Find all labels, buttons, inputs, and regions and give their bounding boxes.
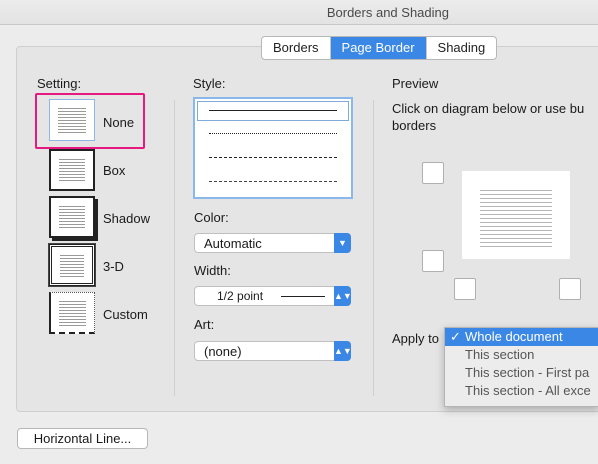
apply-to-option[interactable]: This section - All exce	[445, 382, 598, 400]
style-dotted-line[interactable]	[209, 133, 337, 134]
style-long-dash-line[interactable]	[209, 181, 337, 182]
left-border-toggle-icon[interactable]	[454, 278, 476, 300]
setting-shadow-thumb[interactable]	[49, 196, 95, 238]
width-line-sample	[281, 296, 325, 297]
chevron-down-icon: ▼	[334, 233, 351, 253]
setting-heading: Setting:	[37, 76, 82, 91]
width-value: 1/2 point	[217, 289, 264, 303]
top-border-toggle-icon[interactable]	[422, 162, 444, 184]
stepper-arrows-icon: ▲▼	[334, 341, 352, 361]
divider	[373, 100, 374, 396]
preview-text-lines	[480, 187, 552, 247]
style-list[interactable]	[193, 97, 353, 199]
preview-heading: Preview	[392, 76, 439, 91]
apply-to-option[interactable]: This section - First pa	[445, 364, 598, 382]
width-select[interactable]: 1/2 point ▲▼	[194, 286, 352, 306]
setting-custom-label[interactable]: Custom	[103, 307, 148, 322]
preview-page[interactable]	[462, 171, 570, 259]
art-value: (none)	[204, 344, 242, 359]
preview-instruction-1: Click on diagram below or use bu	[392, 101, 585, 116]
setting-box-thumb[interactable]	[49, 149, 95, 191]
preview-instruction-2: borders	[392, 118, 437, 133]
color-value: Automatic	[204, 236, 262, 251]
title-bar: Borders and Shading	[0, 0, 598, 25]
color-heading: Color:	[194, 210, 229, 225]
horizontal-line-button[interactable]: Horizontal Line...	[17, 428, 148, 449]
setting-none-label[interactable]: None	[103, 115, 134, 130]
apply-to-label: Apply to	[392, 331, 439, 346]
tab-bar: Borders Page Border Shading	[261, 36, 498, 60]
window-title: Borders and Shading	[326, 5, 449, 20]
setting-none-thumb[interactable]	[49, 99, 95, 141]
style-heading: Style:	[193, 76, 226, 91]
art-heading: Art:	[194, 317, 215, 332]
style-dashed-line[interactable]	[209, 157, 337, 158]
tab-page-border[interactable]: Page Border	[330, 37, 427, 59]
setting-3d-thumb[interactable]	[48, 243, 96, 287]
setting-custom-thumb[interactable]	[49, 292, 95, 334]
tab-borders[interactable]: Borders	[262, 37, 331, 59]
style-selected-row[interactable]	[197, 101, 349, 121]
color-select[interactable]: Automatic ▼	[194, 233, 351, 253]
stepper-arrows-icon: ▲▼	[334, 286, 352, 306]
right-border-toggle-icon[interactable]	[559, 278, 581, 300]
bottom-border-toggle-icon[interactable]	[422, 250, 444, 272]
tab-shading[interactable]: Shading	[427, 37, 497, 59]
style-solid-line[interactable]	[209, 110, 337, 111]
apply-to-dropdown-menu[interactable]: ✓ Whole document This section This secti…	[444, 327, 598, 407]
setting-3d-label[interactable]: 3-D	[103, 259, 124, 274]
setting-shadow-label[interactable]: Shadow	[103, 211, 150, 226]
apply-to-option[interactable]: This section	[445, 346, 598, 364]
divider	[174, 100, 175, 396]
setting-box-label[interactable]: Box	[103, 163, 125, 178]
apply-to-option[interactable]: ✓ Whole document	[445, 328, 598, 346]
checkmark-icon: ✓	[450, 329, 461, 344]
width-heading: Width:	[194, 263, 231, 278]
art-select[interactable]: (none) ▲▼	[194, 341, 352, 361]
